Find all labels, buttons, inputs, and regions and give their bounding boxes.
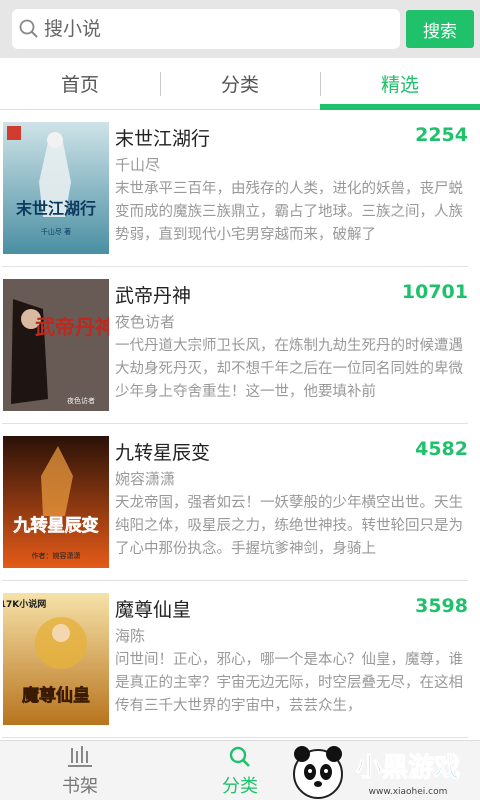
book-author: 婉容潇潇 <box>115 470 176 488</box>
book-item[interactable]: 末世江湖行 千山尽 著 末世江湖行 2254 千山尽 末世承平三百年，由残存的人… <box>0 110 480 267</box>
nav-bookshelf[interactable]: 书架 <box>0 741 160 800</box>
book-item[interactable]: 17K小说网 魔尊仙皇 魔尊仙皇 3598 海陈 问世间！正心，邪心，哪一个是本… <box>0 581 480 738</box>
book-cover: 九转星辰变 作者：婉容潇潇 <box>3 436 109 568</box>
book-count: 4582 <box>415 438 468 460</box>
svg-text:九转星辰变: 九转星辰变 <box>13 515 99 536</box>
book-description: 一代丹道大宗师卫长风，在炼制九劫生死丹的时候遭遇大劫身死丹灭，却不想千年之后在一… <box>115 338 463 400</box>
book-author: 千山尽 <box>115 156 161 174</box>
svg-text:作者：婉容潇潇: 作者：婉容潇潇 <box>32 551 81 560</box>
bookshelf-icon <box>68 746 92 767</box>
book-description: 末世承平三百年，由残存的人类，进化的妖兽，丧尸蜕变而成的魔族三族鼎立，霸占了地球… <box>115 181 463 243</box>
book-list: 末世江湖行 千山尽 著 末世江湖行 2254 千山尽 末世承平三百年，由残存的人… <box>0 110 480 740</box>
tab-featured[interactable]: 精选 <box>320 58 480 110</box>
svg-text:夜色访者: 夜色访者 <box>67 396 95 405</box>
book-cover: 末世江湖行 千山尽 著 <box>3 122 109 254</box>
svg-text:www.xiaohei.com: www.xiaohei.com <box>369 787 448 797</box>
book-cover: 17K小说网 魔尊仙皇 <box>3 593 109 725</box>
book-title: 魔尊仙皇 <box>115 599 192 621</box>
book-item[interactable]: 武帝丹神 夜色访者 武帝丹神 10701 夜色访者 一代丹道大宗师卫长风，在炼制… <box>0 267 480 424</box>
search-button[interactable]: 搜索 <box>406 10 474 48</box>
top-search-bar: 搜索 <box>0 0 480 58</box>
svg-text:魔尊仙皇: 魔尊仙皇 <box>22 685 90 706</box>
svg-text:17K小说网: 17K小说网 <box>3 598 46 610</box>
book-count: 3598 <box>415 595 468 617</box>
book-description: 问世间！正心，邪心，哪一个是本心？仙皇，魔尊，谁是真正的主宰？宇宙无边无际，时空… <box>115 652 463 714</box>
book-item[interactable]: 九转星辰变 作者：婉容潇潇 九转星辰变 4582 婉容潇潇 天龙帝国，强者如云！… <box>0 424 480 581</box>
search-input[interactable] <box>44 18 384 40</box>
book-cover: 武帝丹神 夜色访者 <box>3 279 109 411</box>
book-title: 武帝丹神 <box>115 285 192 307</box>
book-count: 10701 <box>401 281 468 303</box>
nav-label: 书架 <box>62 776 98 797</box>
search-icon <box>229 746 250 767</box>
svg-text:末世江湖行: 末世江湖行 <box>16 199 96 218</box>
svg-text:武帝丹神: 武帝丹神 <box>35 315 109 339</box>
tab-home[interactable]: 首页 <box>0 58 160 109</box>
book-author: 海陈 <box>115 627 146 645</box>
watermark-logo: 小黑游戏 www.xiaohei.com <box>280 734 480 800</box>
svg-text:千山尽 著: 千山尽 著 <box>41 227 71 236</box>
svg-text:小黑游戏: 小黑游戏 <box>356 753 460 783</box>
search-icon <box>19 19 38 38</box>
top-tabs: 首页 分类 精选 <box>0 58 480 110</box>
book-description: 天龙帝国，强者如云！一妖孽般的少年横空出世。天生纯阳之体，吸星辰之力，练绝世神技… <box>115 495 463 557</box>
nav-label: 分类 <box>222 776 258 797</box>
book-count: 2254 <box>415 124 468 146</box>
book-title: 九转星辰变 <box>115 442 211 464</box>
book-title: 末世江湖行 <box>115 128 211 150</box>
book-author: 夜色访者 <box>115 313 176 331</box>
search-box[interactable] <box>12 9 400 49</box>
tab-category[interactable]: 分类 <box>160 58 320 109</box>
